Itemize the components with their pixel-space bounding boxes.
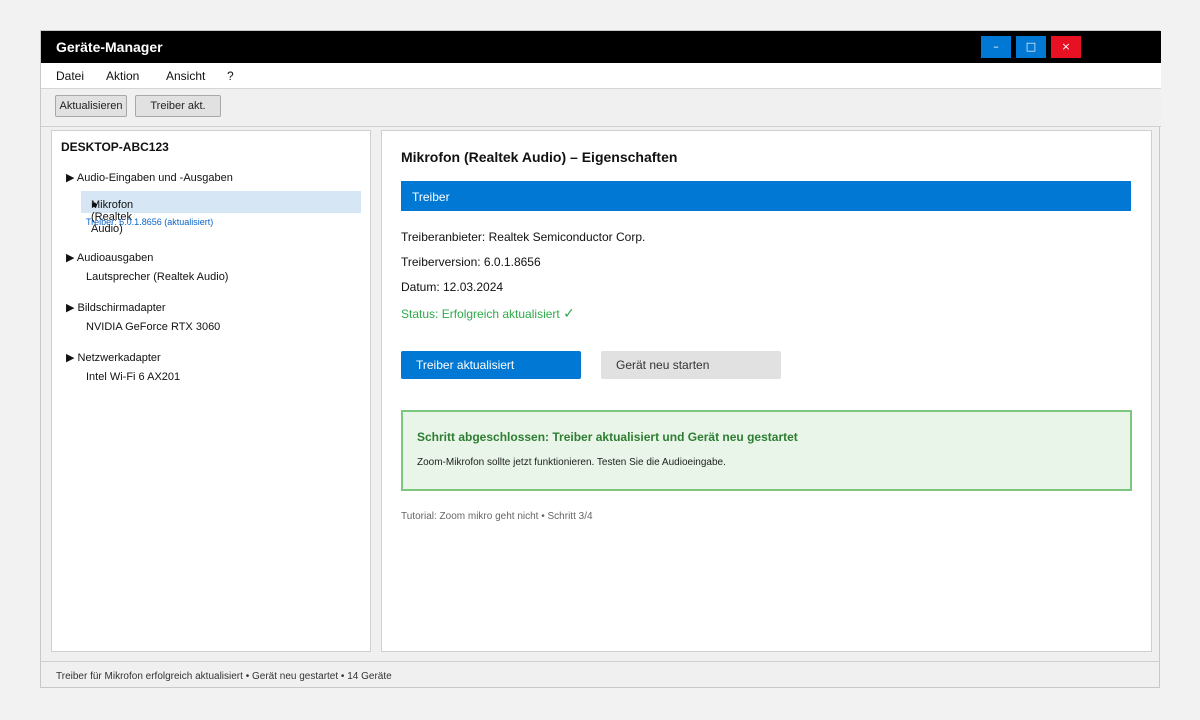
- tree-category-network[interactable]: ▶ Netzwerkadapter: [66, 351, 161, 364]
- status-bar-text: Treiber für Mikrofon erfolgreich aktuali…: [56, 671, 392, 682]
- menu-bar: Datei Aktion Ansicht ?: [41, 63, 1161, 89]
- success-message: Schritt abgeschlossen: Treiber aktualisi…: [401, 410, 1132, 491]
- tree-item-gpu[interactable]: NVIDIA GeForce RTX 3060: [86, 321, 220, 333]
- title-bar: Geräte-Manager – □ ×: [41, 31, 1161, 63]
- tree-item-speaker[interactable]: Lautsprecher (Realtek Audio): [86, 271, 228, 283]
- refresh-button[interactable]: Aktualisieren: [55, 95, 127, 117]
- tree-root-computer[interactable]: DESKTOP-ABC123: [61, 140, 169, 154]
- expander-icon: ▶: [66, 172, 75, 184]
- category-label: Audio-Eingaben und -Ausgaben: [76, 172, 233, 184]
- driver-provider: Treiberanbieter: Realtek Semiconductor C…: [401, 230, 646, 244]
- tab-label: Treiber: [412, 190, 450, 204]
- tree-category-audio-io[interactable]: ▶ Audio-Eingaben und -Ausgaben: [66, 171, 233, 184]
- tree-category-audio-output[interactable]: ▶ Audioausgaben: [66, 251, 153, 264]
- maximize-button[interactable]: □: [1016, 36, 1046, 58]
- driver-date: Datum: 12.03.2024: [401, 280, 504, 294]
- driver-note: Treiber: 6.0.1.8656 (aktualisiert): [86, 217, 214, 227]
- expander-icon: ▶: [66, 252, 75, 264]
- menu-ansicht[interactable]: Ansicht: [166, 69, 205, 83]
- restart-device-button[interactable]: Gerät neu starten: [601, 351, 781, 379]
- check-icon: ✓: [563, 305, 575, 321]
- window-title: Geräte-Manager: [56, 39, 163, 55]
- category-label: Bildschirmadapter: [77, 302, 166, 314]
- driver-updated-button[interactable]: Treiber aktualisiert: [401, 351, 581, 379]
- tree-item-wifi[interactable]: Intel Wi-Fi 6 AX201: [86, 371, 180, 383]
- status-text: Status: Erfolgreich aktualisiert: [401, 307, 560, 321]
- tutorial-progress: Tutorial: Zoom mikro geht nicht • Schrit…: [401, 511, 593, 522]
- driver-status: Status: Erfolgreich aktualisiert ✓: [401, 305, 575, 322]
- expander-icon: ▶: [66, 352, 75, 364]
- category-label: Audioausgaben: [76, 252, 154, 264]
- menu-aktion[interactable]: Aktion: [106, 69, 139, 83]
- status-bar: Treiber für Mikrofon erfolgreich aktuali…: [41, 661, 1159, 687]
- success-body: Zoom-Mikrofon sollte jetzt funktionieren…: [417, 457, 726, 468]
- menu-help[interactable]: ?: [227, 69, 234, 83]
- device-tree: DESKTOP-ABC123 ▶ Audio-Eingaben und -Aus…: [51, 130, 371, 652]
- properties-panel: Mikrofon (Realtek Audio) – Eigenschaften…: [381, 130, 1152, 652]
- tab-driver[interactable]: Treiber: [401, 181, 1131, 211]
- expander-icon: ▶: [66, 302, 75, 314]
- tree-item-microphone[interactable]: ● Mikrofon (Realtek Audio): [81, 191, 361, 235]
- driver-version: Treiberversion: 6.0.1.8656: [401, 255, 541, 269]
- menu-datei[interactable]: Datei: [56, 69, 84, 83]
- success-title: Schritt abgeschlossen: Treiber aktualisi…: [417, 430, 798, 444]
- toolbar: Aktualisieren Treiber akt.: [41, 89, 1161, 127]
- update-driver-button[interactable]: Treiber akt.: [135, 95, 221, 117]
- device-manager-window: Geräte-Manager – □ × Datei Aktion Ansich…: [40, 30, 1161, 688]
- minimize-button[interactable]: –: [981, 36, 1011, 58]
- properties-title: Mikrofon (Realtek Audio) – Eigenschaften: [401, 149, 678, 165]
- close-button[interactable]: ×: [1051, 36, 1081, 58]
- category-label: Netzwerkadapter: [77, 352, 161, 364]
- tree-category-display[interactable]: ▶ Bildschirmadapter: [66, 301, 166, 314]
